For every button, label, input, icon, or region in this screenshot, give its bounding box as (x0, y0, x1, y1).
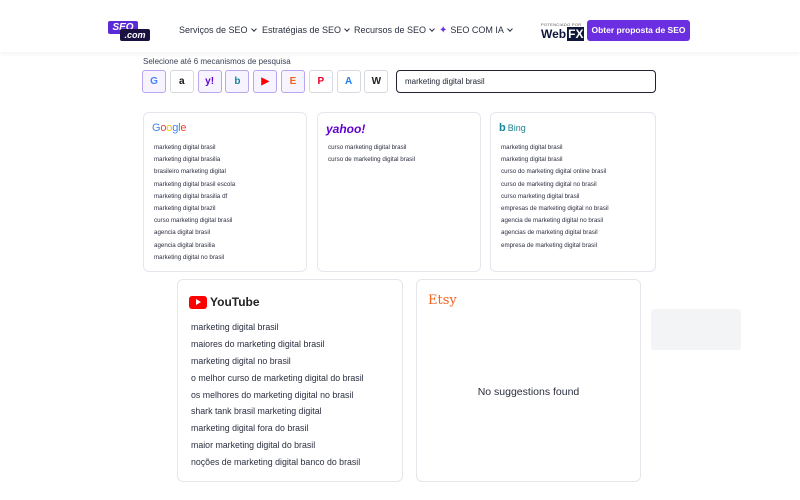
etsy-icon: E (289, 76, 297, 87)
nav-estrategias-seo[interactable]: Estratégias de SEO (262, 24, 350, 36)
search-input[interactable] (396, 70, 656, 93)
nav-label: Estratégias de SEO (262, 25, 342, 35)
suggestion-item[interactable]: agencia digital brasilia (154, 240, 235, 252)
amazon-icon: a (179, 76, 185, 87)
suggestion-item[interactable]: curso de marketing digital no brasil (501, 179, 609, 191)
youtube-icon: ▶ (261, 76, 270, 87)
etsy-results-card: Etsy No suggestions found (416, 279, 641, 482)
suggestion-item[interactable]: curso marketing digital brasil (154, 215, 235, 227)
nav-recursos-seo[interactable]: Recursos de SEO (354, 24, 435, 36)
nav-label: Recursos de SEO (354, 25, 427, 35)
webfx-fx: FX (567, 27, 585, 41)
engine-yahoo-button[interactable]: y! (197, 70, 222, 93)
logo-com-text: .com (120, 29, 150, 41)
google-results-card: Google marketing digital brasil marketing… (143, 112, 307, 272)
suggestion-item[interactable]: o melhor curso de marketing digital do b… (191, 370, 364, 387)
engine-pinterest-button[interactable]: P (308, 70, 333, 93)
yahoo-icon: y! (205, 76, 215, 87)
engine-etsy-button[interactable]: E (281, 70, 305, 93)
suggestion-item[interactable]: marketing digital brasil (154, 142, 235, 154)
nav-seo-com-ia[interactable]: ✦ SEO COM IA (439, 24, 513, 37)
bing-icon: b (234, 76, 241, 87)
wikipedia-icon: W (371, 76, 382, 87)
suggestion-item[interactable]: marketing digital no brasil (154, 252, 235, 264)
suggestion-item[interactable]: marketing digital brasilia df (154, 191, 235, 203)
suggestion-item[interactable]: empresas de marketing digital no brasil (501, 203, 609, 215)
engine-app-store-button[interactable]: A (336, 70, 361, 93)
no-suggestions-message: No suggestions found (477, 386, 580, 398)
webfx-wordmark: Web FX (541, 27, 585, 41)
suggestion-item[interactable]: marketing digital brasil escola (154, 179, 235, 191)
suggestion-item[interactable]: agencia de marketing digital no brasil (501, 215, 609, 227)
suggestion-item[interactable]: marketing digital brasilia (154, 154, 235, 166)
suggestion-item[interactable]: brasileiro marketing digital (154, 166, 235, 178)
engine-youtube-button[interactable]: ▶ (253, 70, 278, 93)
engine-google-button[interactable]: G (142, 70, 166, 93)
placeholder-panel (651, 309, 741, 350)
engine-select-label: Selecione até 6 mecanismos de pesquisa (143, 57, 291, 66)
yahoo-results-card: yahoo! curso marketing digital brasil cur… (317, 112, 481, 272)
suggestion-item[interactable]: curso de marketing digital brasil (328, 154, 415, 166)
suggestion-item[interactable]: marketing digital brasil (501, 154, 609, 166)
chevron-down-icon (250, 26, 257, 32)
site-header: SEO .com Serviços de SEO Estratégias de … (0, 0, 800, 52)
engine-amazon-button[interactable]: a (169, 70, 194, 93)
suggestion-item[interactable]: marketing digital brasil (501, 142, 609, 154)
sparkle-icon: ✦ (439, 25, 448, 36)
bing-wordmark: Bing (507, 123, 526, 133)
suggestion-item[interactable]: os melhores do marketing digital no bras… (191, 387, 364, 404)
suggestion-item[interactable]: noções de marketing digital banco do bra… (191, 454, 364, 471)
bing-suggestion-list: marketing digital brasil marketing digita… (501, 142, 609, 252)
chevron-down-icon (344, 26, 350, 32)
suggestion-item[interactable]: marketing digital fora do brasil (191, 420, 364, 437)
suggestion-item[interactable]: agencias de marketing digital brasil (501, 227, 609, 239)
youtube-results-card: YouTube marketing digital brasil maiores … (177, 279, 403, 482)
google-icon: G (150, 76, 158, 87)
youtube-wordmark: YouTube (210, 295, 260, 309)
webfx-logo[interactable]: POTENCIADO POR Web FX (541, 22, 585, 42)
get-seo-proposal-button[interactable]: Obter proposta de SEO (587, 20, 690, 41)
etsy-logo: Etsy (428, 293, 457, 308)
nav-label: SEO COM IA (450, 25, 504, 35)
google-logo: Google (152, 122, 187, 134)
suggestion-item[interactable]: curso do marketing digital online brasil (501, 166, 609, 178)
yahoo-suggestion-list: curso marketing digital brasil curso de m… (328, 142, 415, 166)
app-store-icon: A (344, 76, 353, 87)
webfx-web: Web (541, 27, 567, 41)
youtube-logo: YouTube (189, 295, 260, 309)
suggestion-item[interactable]: agencia digital brasil (154, 227, 235, 239)
suggestion-item[interactable]: curso marketing digital brasil (501, 191, 609, 203)
suggestion-item[interactable]: marketing digital no brasil (191, 353, 364, 370)
suggestion-item[interactable]: curso marketing digital brasil (328, 142, 415, 154)
youtube-play-icon (189, 295, 207, 309)
yahoo-logo: yahoo! (326, 122, 366, 136)
suggestion-item[interactable]: maiores do marketing digital brasil (191, 336, 364, 353)
chevron-down-icon (429, 26, 435, 32)
nav-servicos-seo[interactable]: Serviços de SEO (179, 24, 257, 36)
bing-logo: b Bing (499, 122, 526, 134)
bing-icon: b (499, 122, 506, 134)
youtube-suggestion-list: marketing digital brasil maiores do marke… (191, 319, 364, 471)
suggestion-item[interactable]: maior marketing digital do brasil (191, 437, 364, 454)
nav-label: Serviços de SEO (179, 25, 248, 35)
engine-wikipedia-button[interactable]: W (364, 70, 389, 93)
engine-bing-button[interactable]: b (225, 70, 250, 93)
suggestion-item[interactable]: shark tank brasil marketing digital (191, 403, 364, 420)
chevron-down-icon (507, 26, 513, 32)
suggestion-item[interactable]: marketing digital brasil (191, 319, 364, 336)
pinterest-icon: P (317, 76, 325, 87)
bing-results-card: b Bing marketing digital brasil marketing … (490, 112, 656, 272)
google-suggestion-list: marketing digital brasil marketing digita… (154, 142, 235, 264)
suggestion-item[interactable]: marketing digital brazil (154, 203, 235, 215)
seo-com-logo[interactable]: SEO .com (108, 21, 150, 41)
suggestion-item[interactable]: empresa de marketing digital brasil (501, 240, 609, 252)
